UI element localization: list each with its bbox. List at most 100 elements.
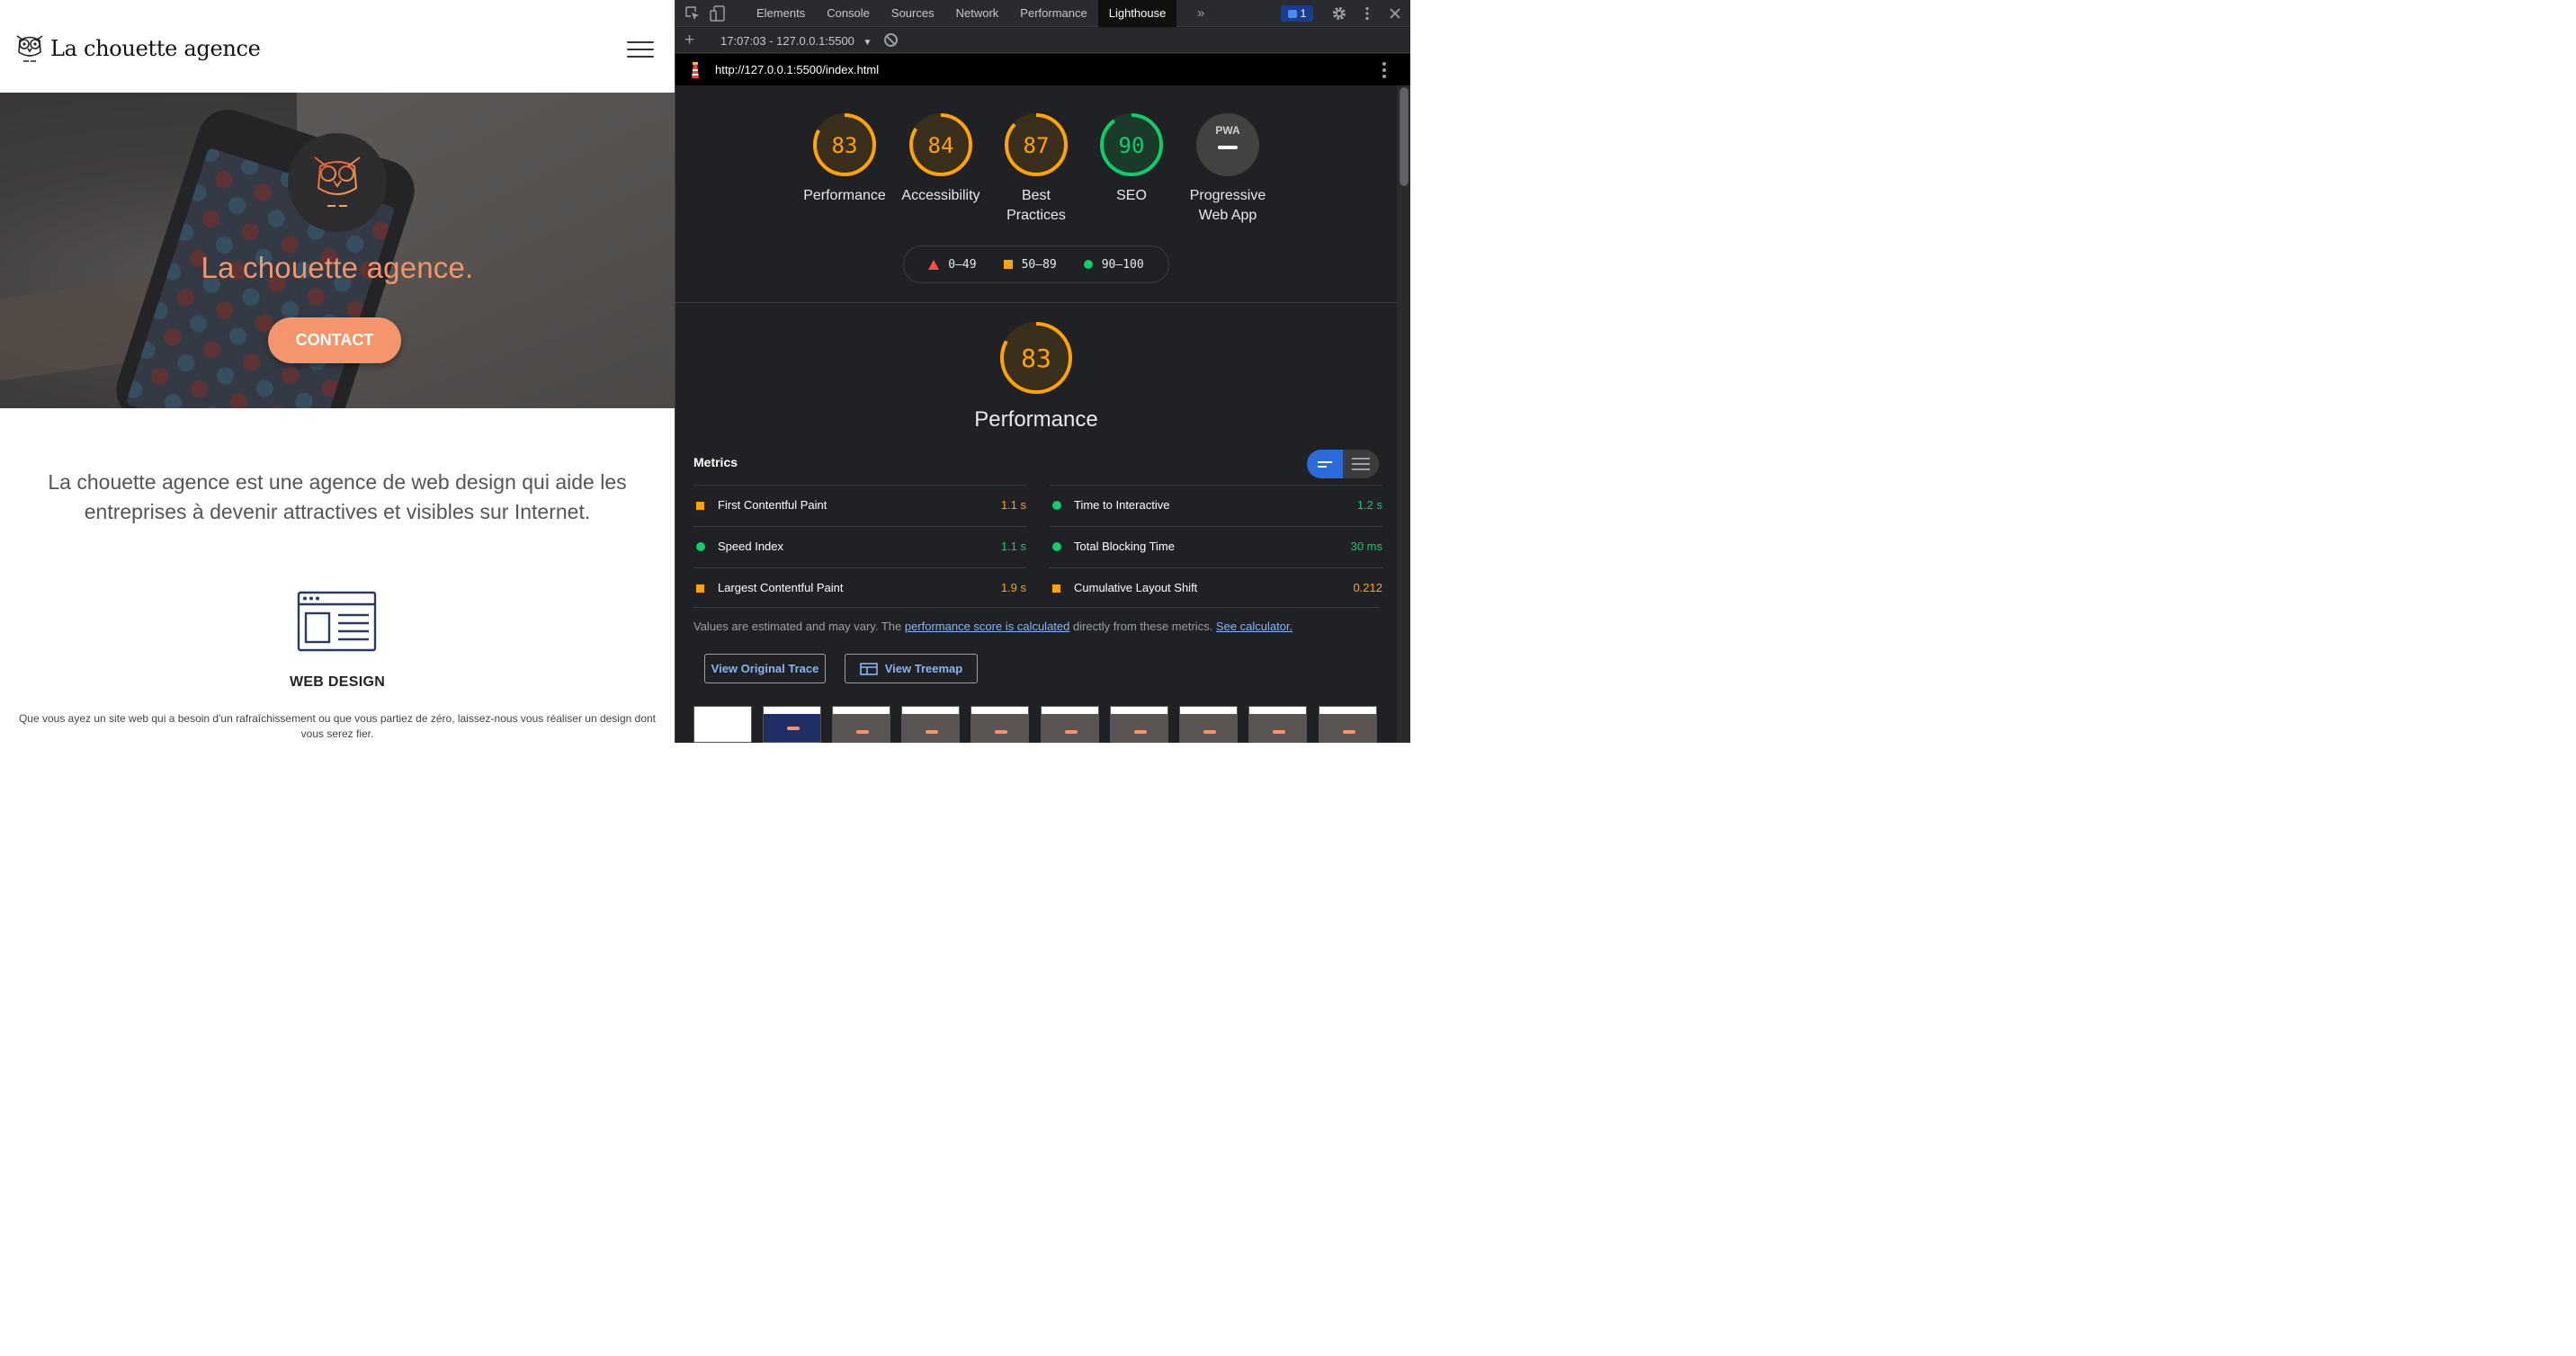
section-divider (675, 302, 1397, 303)
tab-console[interactable]: Console (816, 0, 881, 27)
report-selector[interactable]: 17:07:03 - 127.0.0.1:5500 ▼ (720, 34, 872, 48)
category-gauges: 83 Performance 84 Accessibility 87 Best (675, 112, 1397, 229)
metrics-view-toggle (1307, 450, 1379, 478)
intro-text: La chouette agence est une agence de web… (48, 470, 627, 523)
tab-lighthouse[interactable]: Lighthouse (1097, 0, 1177, 27)
metric-name: First Contentful Paint (718, 498, 827, 512)
metrics-bottom-border (693, 607, 1379, 608)
filmstrip-frame (1110, 706, 1168, 743)
view-treemap-label: View Treemap (884, 662, 963, 675)
gauge-performance[interactable]: 83 Performance (795, 112, 894, 206)
view-treemap-button[interactable]: View Treemap (845, 654, 978, 683)
view-original-trace-button[interactable]: View Original Trace (704, 654, 826, 683)
expanded-view-toggle[interactable] (1343, 450, 1379, 478)
hamburger-menu-icon[interactable] (627, 41, 654, 59)
settings-gear-icon[interactable] (1331, 5, 1347, 22)
site-header: La chouette agence (0, 0, 675, 93)
legend-average: 50–89 (1003, 257, 1057, 272)
hero-section: La chouette agence. CONTACT (0, 93, 675, 408)
gauge-accessibility[interactable]: 84 Accessibility (891, 112, 990, 206)
hero-owl-badge (288, 133, 387, 232)
average-square-icon (1052, 584, 1060, 593)
legend-pass-range: 90–100 (1101, 257, 1144, 272)
metric-value: 1.2 s (1356, 498, 1382, 512)
service-description: Que vous ayez un site web qui a besoin d… (18, 712, 657, 740)
score-gauge-icon: 84 (909, 113, 972, 176)
metric-row: Time to Interactive 1.2 s (1050, 485, 1382, 526)
device-toolbar-icon[interactable] (710, 5, 726, 22)
view-trace-label: View Original Trace (711, 662, 819, 675)
filmstrip-frame (1041, 706, 1099, 743)
score-gauge-icon: 90 (1100, 113, 1163, 176)
more-tabs-icon[interactable]: » (1197, 5, 1204, 21)
tab-network[interactable]: Network (945, 0, 1010, 27)
site-logo[interactable]: La chouette agence (14, 32, 261, 65)
devtools-tabs: Elements Console Sources Network Perform… (746, 0, 1177, 27)
metric-row: Total Blocking Time 30 ms (1050, 526, 1382, 567)
gauge-score: 83 (832, 133, 858, 158)
gauge-score: 84 (928, 133, 954, 158)
metrics-heading: Metrics (693, 455, 738, 469)
metric-name: Largest Contentful Paint (718, 581, 844, 594)
new-report-icon[interactable]: + (684, 31, 694, 50)
average-square-icon (696, 502, 704, 510)
performance-score: 83 (1021, 343, 1051, 373)
metric-name: Time to Interactive (1074, 498, 1170, 512)
tab-sources[interactable]: Sources (881, 0, 945, 27)
legend-pass: 90–100 (1083, 257, 1144, 272)
clear-reports-icon[interactable] (884, 33, 898, 47)
compact-view-toggle[interactable] (1307, 450, 1343, 478)
gauge-label: Best Practices (1006, 188, 1066, 223)
legend-average-range: 50–89 (1021, 257, 1057, 272)
score-scale-legend: 0–49 50–89 90–100 (903, 245, 1169, 283)
average-square-icon (696, 584, 704, 593)
tab-elements[interactable]: Elements (746, 0, 816, 27)
filmstrip-frame (901, 706, 960, 743)
performance-title: Performance (974, 407, 1098, 432)
metrics-note: Values are estimated and may vary. The p… (693, 620, 1292, 633)
note-text-1: Values are estimated and may vary. The (693, 620, 905, 633)
gauge-pwa[interactable]: PWA Progressive Web App (1165, 112, 1291, 226)
metric-name: Cumulative Layout Shift (1074, 581, 1198, 594)
pwa-badge-icon: PWA (1196, 113, 1259, 176)
contact-button[interactable]: CONTACT (268, 317, 401, 363)
filmstrip-frame (1248, 706, 1307, 743)
devtools-panel: Elements Console Sources Network Perform… (675, 0, 1410, 743)
metric-row: Largest Contentful Paint 1.9 s (693, 567, 1026, 609)
more-options-icon[interactable] (1359, 5, 1375, 22)
report-selector-value: 17:07:03 - 127.0.0.1:5500 (720, 34, 854, 48)
report-url[interactable]: http://127.0.0.1:5500/index.html (715, 63, 879, 76)
see-calculator-link[interactable]: See calculator. (1216, 620, 1292, 633)
website-preview: La chouette agence La chouette agence. C… (0, 0, 675, 743)
filmstrip-frame (1179, 706, 1238, 743)
tab-performance[interactable]: Performance (1009, 0, 1097, 27)
filmstrip (693, 706, 1379, 743)
fail-triangle-icon (928, 259, 940, 270)
score-gauge-icon: 87 (1005, 113, 1068, 176)
close-devtools-icon[interactable] (1387, 5, 1403, 22)
inspect-element-icon[interactable] (684, 5, 701, 22)
metric-row: First Contentful Paint 1.1 s (693, 485, 1026, 526)
gauge-best-practices[interactable]: 87 Best Practices (987, 112, 1086, 226)
gauge-score: 87 (1024, 133, 1050, 158)
legend-fail-range: 0–49 (948, 257, 977, 272)
metric-name: Total Blocking Time (1074, 540, 1175, 553)
note-text-2: directly from these metrics. (1069, 620, 1216, 633)
pass-circle-icon (696, 542, 705, 551)
filmstrip-frame (832, 706, 890, 743)
lighthouse-toolbar: + 17:07:03 - 127.0.0.1:5500 ▼ (675, 28, 1410, 53)
performance-score-gauge: 83 (1000, 322, 1072, 394)
owl-logo-icon (16, 35, 43, 62)
average-square-icon (1003, 260, 1013, 269)
report-scrollbar[interactable] (1397, 85, 1410, 743)
pass-circle-icon (1052, 501, 1061, 510)
report-tools-menu-icon[interactable] (1382, 62, 1386, 81)
metric-value: 1.9 s (1000, 581, 1026, 594)
scrollbar-thumb[interactable] (1400, 87, 1409, 186)
gauge-label: Progressive Web App (1189, 188, 1266, 223)
pwa-badge-text: PWA (1215, 124, 1240, 137)
performance-score-link[interactable]: performance score is calculated (905, 620, 1070, 633)
metric-name: Speed Index (718, 540, 784, 553)
issues-badge[interactable]: 1 (1281, 5, 1313, 22)
issues-icon (1287, 9, 1297, 18)
